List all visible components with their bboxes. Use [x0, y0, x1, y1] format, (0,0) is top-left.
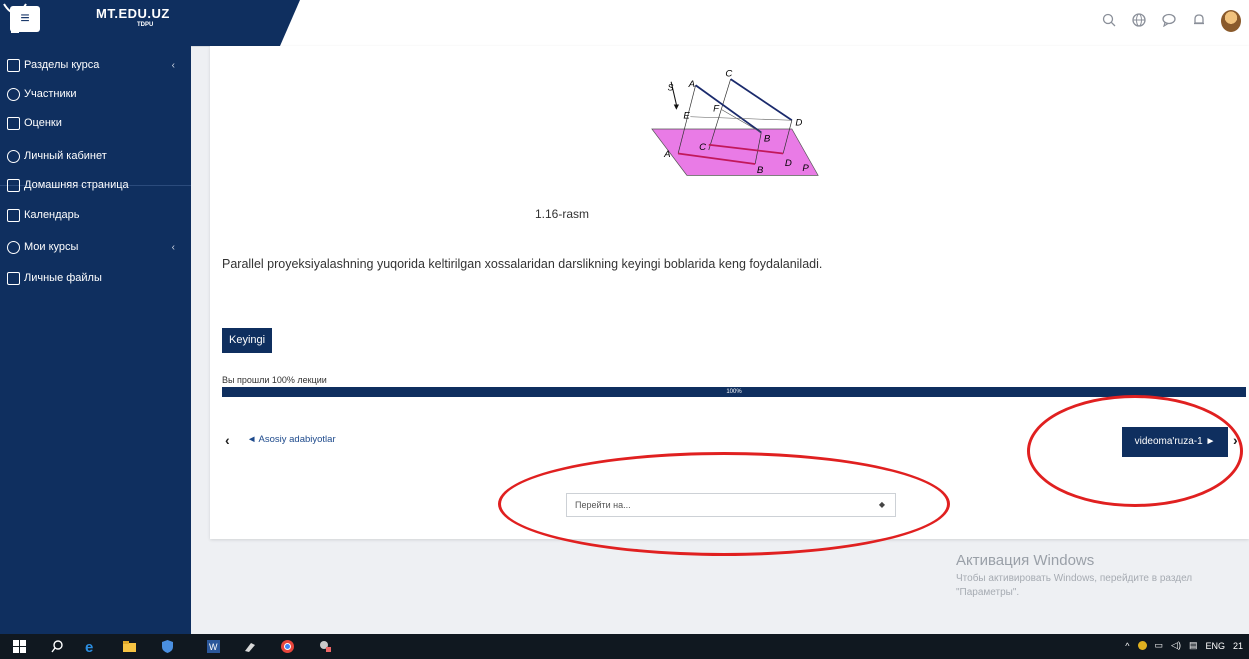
- sidebar-item-label: Мои курсы: [24, 241, 79, 253]
- word-icon[interactable]: W: [206, 639, 221, 654]
- chevron-up-icon[interactable]: ^: [1125, 641, 1129, 651]
- figure-label: D: [795, 118, 802, 129]
- bell-icon[interactable]: [1191, 13, 1207, 29]
- sidebar-item-participants[interactable]: Участники: [7, 83, 187, 105]
- figure-label: C: [725, 69, 732, 80]
- previous-activity-link[interactable]: ◄ Asosiy adabiyotlar: [247, 434, 336, 445]
- highlight-ellipse: [498, 452, 950, 556]
- sidebar-item-home[interactable]: Домашняя страница: [7, 174, 187, 196]
- sidebar-item-label: Личный кабинет: [24, 150, 107, 162]
- system-tray: ^ ▭ ◁) ▤ ENG 21: [1125, 640, 1243, 651]
- sidebar-item-label: Участники: [24, 88, 77, 100]
- chat-icon[interactable]: [1161, 13, 1177, 29]
- home-icon: [7, 178, 20, 192]
- language-indicator[interactable]: ENG: [1205, 641, 1225, 651]
- search-icon[interactable]: [50, 639, 65, 654]
- sidebar-item-label: Календарь: [24, 209, 80, 221]
- edge-browser-icon[interactable]: e: [84, 639, 99, 654]
- figure-caption: 1.16-rasm: [535, 207, 590, 221]
- files-icon: [7, 271, 20, 285]
- progress-label: Вы прошли 100% лекции: [222, 375, 327, 385]
- figure-label: A: [663, 149, 670, 160]
- figure-label: C: [699, 142, 706, 153]
- figure-label: A: [688, 79, 695, 90]
- sidebar-item-label: Домашняя страница: [24, 179, 129, 191]
- globe-icon[interactable]: [1131, 13, 1147, 29]
- status-dot-icon[interactable]: [1137, 641, 1147, 650]
- header-icons: [1101, 10, 1241, 32]
- figure-label: F: [713, 104, 720, 115]
- avatar[interactable]: [1221, 10, 1241, 32]
- progress-bar: 100%: [222, 387, 1246, 397]
- courses-icon: [7, 240, 20, 254]
- figure-label: B: [757, 165, 764, 176]
- windows-start-icon[interactable]: [12, 639, 27, 654]
- grades-icon: [7, 116, 20, 130]
- sidebar-item-dashboard[interactable]: Личный кабинет: [7, 145, 187, 167]
- chevron-left-icon[interactable]: ‹: [172, 60, 175, 71]
- file-explorer-icon[interactable]: [122, 639, 137, 654]
- dashboard-icon: [7, 149, 20, 163]
- figure-label: D: [785, 158, 792, 169]
- figure-label: P: [802, 163, 809, 174]
- figure-label: B: [764, 133, 771, 144]
- calendar-icon: [7, 208, 20, 222]
- segment-cd: [730, 78, 793, 121]
- notification-icon[interactable]: ▤: [1189, 640, 1198, 651]
- activation-title: Активация Windows: [956, 552, 1095, 569]
- sidebar-item-grades[interactable]: Оценки: [7, 112, 187, 134]
- volume-icon[interactable]: ◁): [1171, 640, 1181, 651]
- paint-icon[interactable]: [243, 639, 258, 654]
- network-icon[interactable]: ▭: [1155, 640, 1164, 651]
- sidebar: Разделы курса ‹ Участники Оценки Личный …: [0, 46, 191, 634]
- figure-label: E: [683, 111, 690, 122]
- next-page-button[interactable]: Keyingi: [222, 328, 273, 353]
- shield-icon[interactable]: [160, 639, 175, 654]
- lesson-paragraph: Parallel proyeksiyalashning yuqorida kel…: [222, 257, 823, 271]
- svg-text:e: e: [85, 639, 93, 654]
- chrome-icon[interactable]: [280, 639, 295, 654]
- clock[interactable]: 21: [1233, 641, 1243, 651]
- svg-text:W: W: [209, 642, 218, 652]
- sidebar-item-my-courses[interactable]: Мои курсы ‹: [7, 236, 187, 258]
- sidebar-item-label: Разделы курса: [24, 59, 100, 71]
- windows-taskbar: e W ^ ▭ ◁) ▤ ENG 21: [0, 634, 1249, 659]
- chevron-left-icon[interactable]: ‹: [225, 432, 230, 448]
- chevron-left-icon[interactable]: ‹: [172, 242, 175, 253]
- sidebar-item-private-files[interactable]: Личные файлы: [7, 267, 187, 289]
- logo-icon: [3, 3, 27, 33]
- brand-subtitle: TDPU: [137, 22, 154, 28]
- top-bar: ≡ MT.EDU.UZ TDPU: [0, 0, 1249, 47]
- highlight-ellipse: [1027, 395, 1243, 507]
- brand-title[interactable]: MT.EDU.UZ: [96, 6, 170, 21]
- projection-figure: C A S E F D B A C B D P: [651, 69, 819, 176]
- figure-label: S: [668, 83, 674, 93]
- brand-area: ≡ MT.EDU.UZ TDPU: [0, 0, 300, 46]
- sidebar-item-calendar[interactable]: Календарь: [7, 204, 187, 226]
- progress-bar-fill: 100%: [222, 387, 1246, 397]
- search-icon[interactable]: [1101, 13, 1117, 29]
- projection-plane: [651, 128, 819, 176]
- activation-text: Чтобы активировать Windows, перейдите в …: [956, 573, 1193, 598]
- app-icon[interactable]: [318, 639, 333, 654]
- sidebar-item-label: Личные файлы: [24, 272, 102, 284]
- sidebar-item-label: Оценки: [24, 117, 62, 129]
- arrow-head: [673, 104, 679, 110]
- sidebar-item-course-sections[interactable]: Разделы курса ‹: [7, 54, 187, 76]
- folder-icon: [7, 58, 20, 72]
- users-icon: [7, 87, 20, 101]
